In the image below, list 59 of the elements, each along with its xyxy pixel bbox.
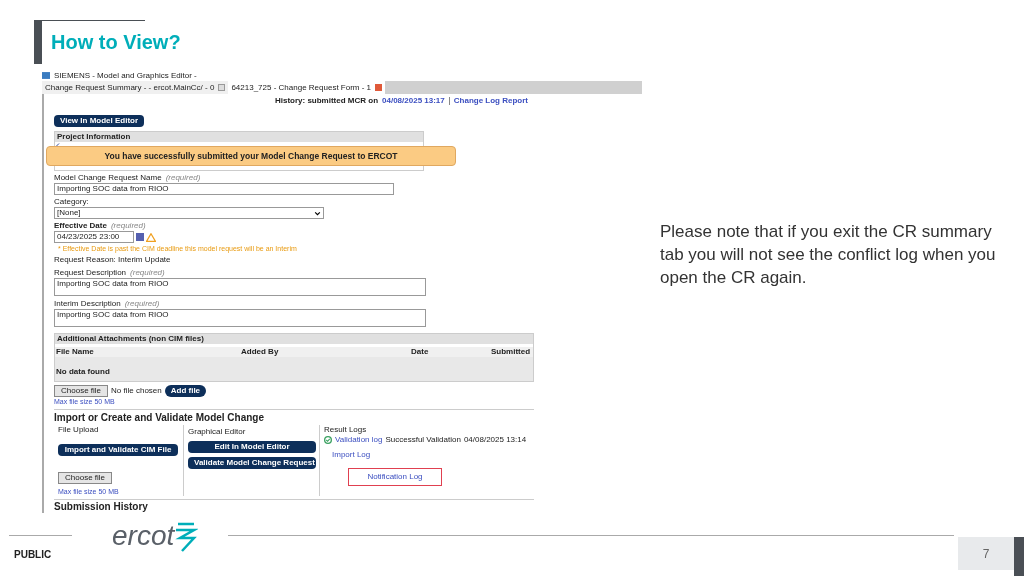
choose-file-button[interactable]: Choose file	[58, 472, 113, 484]
column-header: Added By	[240, 347, 280, 357]
request-reason: Request Reason: Interim Update	[54, 255, 172, 265]
validation-date: 04/08/2025 13:14	[463, 435, 527, 445]
validation-status: Successful Validation	[385, 435, 461, 445]
window-title: SIEMENS - Model and Graphics Editor -	[54, 70, 197, 81]
notification-log-link[interactable]: Notification Log	[348, 468, 442, 486]
check-circle-icon	[324, 436, 332, 444]
column-label: File Upload	[58, 425, 100, 435]
success-toast: You have successfully submitted your Model Change Request to ERCOT	[46, 146, 456, 166]
change-log-link[interactable]: Change Log Report	[453, 96, 528, 106]
empty-message: No data found	[55, 367, 111, 376]
calendar-icon[interactable]	[136, 233, 144, 241]
field-label: Interim Description	[54, 299, 121, 309]
choose-file-button[interactable]: Choose file	[54, 385, 109, 397]
corner-accent-bar	[1014, 537, 1024, 576]
column-header: File Name	[55, 347, 95, 357]
section-title: Import or Create and Validate Model Change	[54, 412, 266, 424]
column-header: Submitted	[490, 347, 532, 357]
section-title: Submission History	[54, 501, 149, 513]
history-label: History: submitted MCR on	[274, 96, 379, 106]
page-number-box: 7	[958, 537, 1014, 570]
note-text: Please note that if you exit the CR summary tab you will not see the conflict log when you open the CR again.	[660, 221, 997, 289]
field-label: Model Change Request Name	[54, 173, 162, 183]
validation-log-link[interactable]: Validation log	[335, 435, 383, 445]
import-log-link[interactable]: Import Log	[332, 450, 534, 460]
text-field[interactable]: Importing SOC data from RIOO	[54, 183, 394, 195]
section-header: Project Information	[55, 132, 423, 142]
no-file-text: No file chosen	[111, 386, 162, 396]
field-label: Category:	[54, 197, 89, 207]
logo-bolt-icon	[174, 521, 199, 553]
field-label: Request Description	[54, 268, 127, 278]
chevron-down-icon	[314, 209, 321, 217]
app-icon	[42, 72, 50, 79]
date-field[interactable]: 04/23/2025 23:00	[54, 231, 134, 243]
import-validate-button[interactable]: Import and Validate CIM File	[58, 444, 178, 456]
field-label: Effective Date	[54, 221, 107, 231]
view-in-model-editor-button[interactable]: View In Model Editor	[54, 115, 145, 127]
tab[interactable]: Change Request Summary - - ercot.MainCc/ - 0	[42, 81, 229, 94]
required-hint: (required)	[130, 268, 165, 278]
classification-label: PUBLIC	[14, 548, 52, 562]
required-hint: (required)	[165, 173, 201, 183]
required-hint: (required)	[124, 299, 160, 309]
editor-button[interactable]: Edit In Model Editor	[188, 441, 316, 453]
column-label: Graphical Editor	[188, 427, 247, 437]
column-label: Result Logs	[324, 425, 368, 435]
add-file-button[interactable]: Add file	[164, 385, 207, 397]
slide-title: How to View?	[51, 31, 181, 53]
ercot-logo: ercot	[112, 521, 175, 551]
tab[interactable]: 64213_725 - Change Request Form - 1	[228, 81, 386, 94]
warning-icon	[146, 232, 156, 242]
history-date: 04/08/2025 13:17	[382, 96, 445, 106]
section-header: Additional Attachments (non CIM files)	[55, 334, 533, 344]
text-area[interactable]: Importing SOC data from RIOO	[54, 309, 426, 327]
column-header: Date	[410, 347, 430, 357]
category-dropdown[interactable]: [None]	[54, 207, 324, 219]
required-hint: (required)	[110, 221, 146, 231]
text-area[interactable]: Importing SOC data from RIOO	[54, 278, 426, 296]
editor-button[interactable]: Validate Model Change Request	[188, 457, 316, 469]
